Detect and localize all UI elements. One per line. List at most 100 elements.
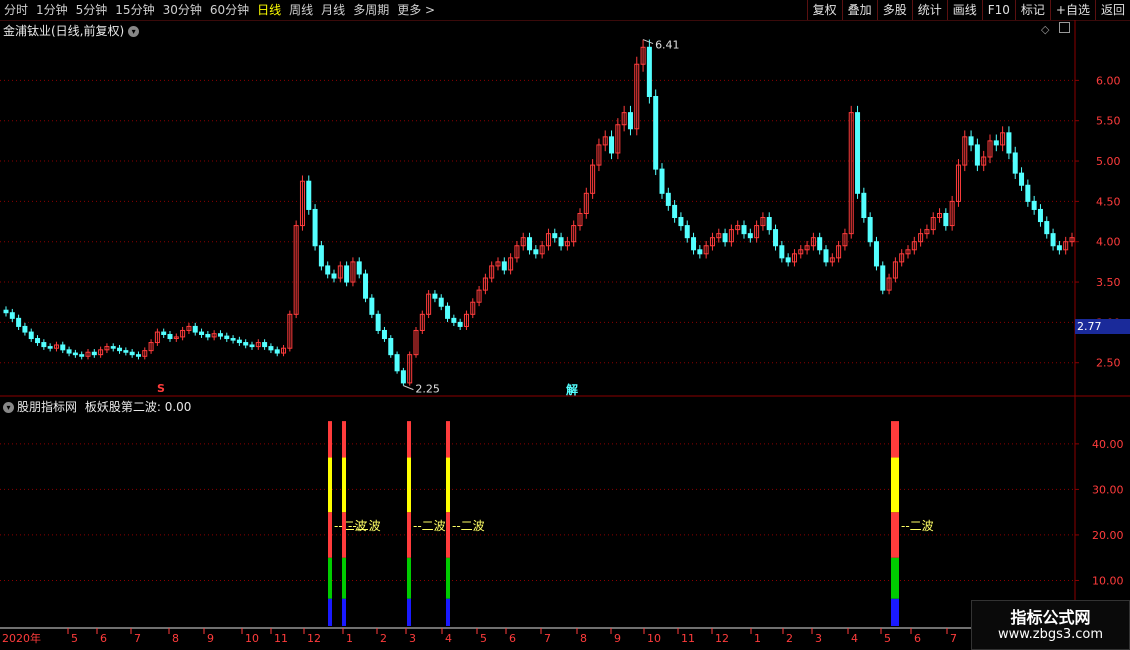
candle-body — [678, 217, 684, 227]
candle-body — [199, 331, 205, 335]
date-label: 1 — [346, 632, 353, 645]
indicator-tick-label: 20.00 — [1092, 529, 1124, 542]
indicator-bar — [342, 557, 346, 599]
price-tick-label: 3.50 — [1096, 276, 1121, 289]
candle-body — [722, 233, 728, 243]
date-label: 2 — [786, 632, 793, 645]
wave-label: --二波 — [452, 519, 485, 533]
candle-body — [527, 237, 533, 251]
indicator-bar — [407, 421, 411, 458]
candle-body — [646, 46, 652, 98]
indicator-bar — [328, 598, 332, 626]
candle-body — [533, 249, 539, 255]
price-tick-label: 6.00 — [1096, 74, 1121, 87]
candle-body — [1031, 200, 1037, 210]
candle-body — [873, 241, 879, 267]
candle-body — [3, 309, 9, 314]
date-label: 5 — [884, 632, 891, 645]
low-label: 2.25 — [415, 383, 440, 396]
candle-body — [1019, 172, 1025, 186]
candle-body — [192, 325, 198, 333]
candle-body — [129, 351, 135, 356]
candle-body — [91, 351, 97, 356]
indicator-bar — [895, 512, 899, 558]
candle-body — [779, 245, 785, 259]
candle-body — [672, 204, 678, 219]
candle-body — [993, 140, 999, 146]
candle-body — [1044, 221, 1050, 235]
date-label: 7 — [134, 632, 141, 645]
indicator-bar — [407, 598, 411, 626]
candle-body — [72, 352, 78, 356]
low-pointer — [403, 385, 414, 391]
s-marker: S — [157, 382, 165, 395]
candle-body — [331, 273, 337, 279]
date-label: 4 — [851, 632, 858, 645]
date-label: 3 — [409, 632, 416, 645]
wave-label: --二波 — [348, 519, 381, 533]
watermark: 指标公式网 www.zbgs3.com — [971, 600, 1130, 650]
jie-marker: 解 — [566, 383, 579, 397]
chevron-down-icon[interactable]: ▾ — [3, 402, 14, 413]
candle-body — [861, 192, 867, 219]
indicator-bar — [895, 421, 899, 458]
candle-body — [312, 208, 318, 247]
candle-body — [388, 338, 394, 356]
candle-body — [79, 354, 85, 357]
date-label: 2 — [380, 632, 387, 645]
date-label: 9 — [614, 632, 621, 645]
date-label: 6 — [914, 632, 921, 645]
date-label: 12 — [715, 632, 729, 645]
indicator-source-label: 股朋指标网 — [17, 400, 78, 414]
candle-body — [236, 339, 242, 344]
indicator-bar — [895, 457, 899, 513]
candle-body — [262, 342, 268, 348]
wave-label: --二波 — [901, 519, 934, 533]
candle-body — [66, 349, 72, 354]
candle-body — [1056, 245, 1062, 251]
candle-body — [432, 293, 438, 299]
indicator-bar — [328, 557, 332, 599]
indicator-tick-label: 40.00 — [1092, 438, 1124, 451]
chart-svg: 6.005.505.004.504.003.503.002.506.412.25… — [0, 20, 1130, 645]
candle-body — [400, 370, 406, 384]
candle-body — [974, 144, 980, 166]
candle-body — [344, 265, 350, 283]
indicator-name-label: 板妖股第二波: 0.00 — [84, 400, 192, 414]
date-label: 9 — [207, 632, 214, 645]
candle-body — [1025, 184, 1031, 202]
candle-body — [394, 354, 400, 372]
candle-body — [375, 313, 381, 331]
indicator-bar — [895, 598, 899, 626]
indicator-bar — [328, 457, 332, 513]
wave-label: --二波 — [413, 519, 446, 533]
date-label: 6 — [100, 632, 107, 645]
candle-body — [785, 257, 791, 263]
date-label: 5 — [480, 632, 487, 645]
date-label: 2020年 — [2, 631, 41, 645]
candle-body — [28, 331, 34, 340]
indicator-panel-title: ▾ 股朋指标网 板妖股第二波: 0.00 — [3, 398, 191, 415]
candle-body — [123, 350, 129, 353]
date-label: 12 — [307, 632, 321, 645]
indicator-bar — [891, 457, 895, 513]
candle-body — [381, 329, 387, 340]
candle-body — [9, 312, 15, 319]
candle-body — [1037, 208, 1043, 223]
date-label: 11 — [681, 632, 695, 645]
indicator-bar — [342, 457, 346, 513]
indicator-bar — [446, 457, 450, 513]
candle-body — [217, 333, 223, 337]
candle-body — [230, 338, 236, 341]
date-label: 6 — [509, 632, 516, 645]
candle-body — [35, 338, 41, 344]
indicator-bar — [407, 512, 411, 558]
date-label: 10 — [647, 632, 661, 645]
indicator-bar — [891, 512, 895, 558]
candle-body — [438, 297, 444, 307]
candle-body — [243, 342, 249, 346]
candle-body — [47, 346, 53, 349]
candle-body — [117, 347, 123, 352]
candle-body — [306, 180, 312, 210]
candle-body — [627, 112, 633, 130]
